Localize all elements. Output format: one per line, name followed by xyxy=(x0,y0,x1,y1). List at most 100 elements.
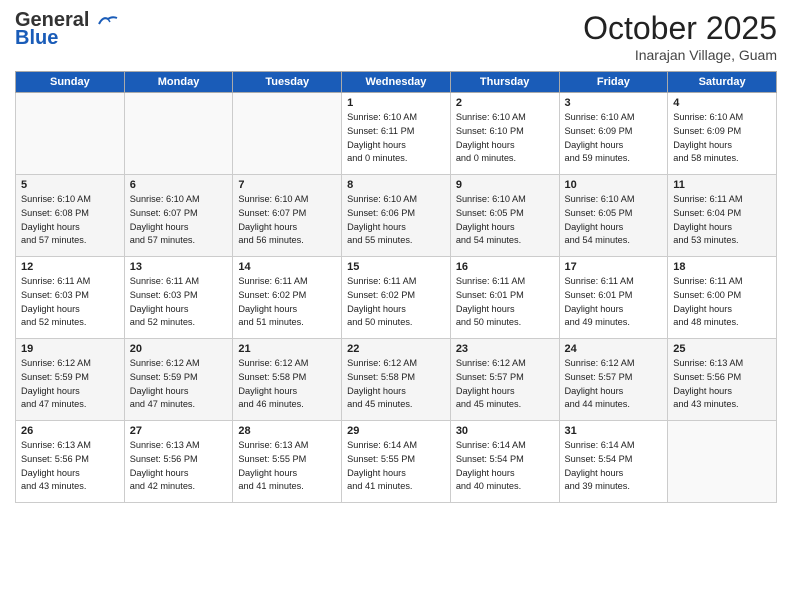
table-row: 12 Sunrise: 6:11 AMSunset: 6:03 PMDayligh… xyxy=(16,257,125,339)
day-number: 21 xyxy=(238,343,336,355)
day-number: 19 xyxy=(21,343,119,355)
table-row: 23Sunrise: 6:12 AMSunset: 5:57 PMDayligh… xyxy=(450,339,559,421)
day-number: 9 xyxy=(456,179,554,191)
day-detail: Sunrise: 6:13 AMSunset: 5:55 PMDaylight … xyxy=(238,439,336,494)
day-detail: Sunrise: 6:13 AMSunset: 5:56 PMDaylight … xyxy=(21,439,119,494)
table-row: 14Sunrise: 6:11 AMSunset: 6:02 PMDayligh… xyxy=(233,257,342,339)
day-detail: Sunrise: 6:11 AMSunset: 6:04 PMDaylight … xyxy=(673,193,771,248)
day-detail: Sunrise: 6:12 AMSunset: 5:57 PMDaylight … xyxy=(565,357,663,412)
month-title: October 2025 xyxy=(583,10,777,47)
page-header: General Blue October 2025 Inarajan Villa… xyxy=(15,10,777,63)
day-detail: Sunrise: 6:12 AMSunset: 5:58 PMDaylight … xyxy=(347,357,445,412)
logo: General Blue xyxy=(15,10,119,48)
col-thursday: Thursday xyxy=(450,72,559,93)
title-block: October 2025 Inarajan Village, Guam xyxy=(583,10,777,63)
table-row: 20 Sunrise: 6:12 AMSunset: 5:59 PMDayligh… xyxy=(124,339,233,421)
logo-blue: Blue xyxy=(15,28,58,48)
day-detail: Sunrise: 6:14 AMSunset: 5:54 PMDaylight … xyxy=(565,439,663,494)
day-number: 18 xyxy=(673,261,771,273)
day-detail: Sunrise: 6:11 AMSunset: 6:01 PMDaylight … xyxy=(456,275,554,330)
table-row: 24Sunrise: 6:12 AMSunset: 5:57 PMDayligh… xyxy=(559,339,668,421)
table-row xyxy=(668,421,777,503)
col-friday: Friday xyxy=(559,72,668,93)
table-row: 28 Sunrise: 6:13 AMSunset: 5:55 PMDayligh… xyxy=(233,421,342,503)
table-row: 2 Sunrise: 6:10 AMSunset: 6:10 PMDaylight… xyxy=(450,93,559,175)
day-number: 22 xyxy=(347,343,445,355)
day-number: 12 xyxy=(21,261,119,273)
day-number: 17 xyxy=(565,261,663,273)
day-number: 13 xyxy=(130,261,228,273)
table-row: 21 Sunrise: 6:12 AMSunset: 5:58 PMDayligh… xyxy=(233,339,342,421)
day-detail: Sunrise: 6:14 AMSunset: 5:55 PMDaylight … xyxy=(347,439,445,494)
table-row: 15 Sunrise: 6:11 AMSunset: 6:02 PMDayligh… xyxy=(342,257,451,339)
calendar-table: Sunday Monday Tuesday Wednesday Thursday… xyxy=(15,71,777,503)
day-detail: Sunrise: 6:10 AMSunset: 6:08 PMDaylight … xyxy=(21,193,119,248)
day-detail: Sunrise: 6:12 AMSunset: 5:59 PMDaylight … xyxy=(21,357,119,412)
day-detail: Sunrise: 6:11 AMSunset: 6:02 PMDaylight … xyxy=(238,275,336,330)
page-container: General Blue October 2025 Inarajan Villa… xyxy=(0,0,792,513)
col-wednesday: Wednesday xyxy=(342,72,451,93)
day-detail: Sunrise: 6:11 AMSunset: 6:03 PMDaylight … xyxy=(21,275,119,330)
day-number: 1 xyxy=(347,97,445,109)
table-row: 29 Sunrise: 6:14 AMSunset: 5:55 PMDayligh… xyxy=(342,421,451,503)
table-row: 27 Sunrise: 6:13 AMSunset: 5:56 PMDayligh… xyxy=(124,421,233,503)
day-number: 27 xyxy=(130,425,228,437)
day-detail: Sunrise: 6:11 AMSunset: 6:03 PMDaylight … xyxy=(130,275,228,330)
table-row: 3Sunrise: 6:10 AMSunset: 6:09 PMDaylight… xyxy=(559,93,668,175)
day-detail: Sunrise: 6:12 AMSunset: 5:59 PMDaylight … xyxy=(130,357,228,412)
table-row: 18Sunrise: 6:11 AMSunset: 6:00 PMDayligh… xyxy=(668,257,777,339)
table-row: 5Sunrise: 6:10 AMSunset: 6:08 PMDaylight… xyxy=(16,175,125,257)
table-row: 17 Sunrise: 6:11 AMSunset: 6:01 PMDayligh… xyxy=(559,257,668,339)
day-detail: Sunrise: 6:10 AMSunset: 6:11 PMDaylight … xyxy=(347,111,445,166)
table-row: 26 Sunrise: 6:13 AMSunset: 5:56 PMDayligh… xyxy=(16,421,125,503)
day-number: 15 xyxy=(347,261,445,273)
day-number: 7 xyxy=(238,179,336,191)
day-number: 16 xyxy=(456,261,554,273)
day-number: 4 xyxy=(673,97,771,109)
table-row xyxy=(124,93,233,175)
day-number: 11 xyxy=(673,179,771,191)
table-row: 9 Sunrise: 6:10 AMSunset: 6:05 PMDaylight… xyxy=(450,175,559,257)
day-number: 20 xyxy=(130,343,228,355)
day-detail: Sunrise: 6:10 AMSunset: 6:05 PMDaylight … xyxy=(456,193,554,248)
day-number: 26 xyxy=(21,425,119,437)
day-number: 29 xyxy=(347,425,445,437)
day-detail: Sunrise: 6:10 AMSunset: 6:10 PMDaylight … xyxy=(456,111,554,166)
table-row: 22 Sunrise: 6:12 AMSunset: 5:58 PMDayligh… xyxy=(342,339,451,421)
day-number: 30 xyxy=(456,425,554,437)
table-row: 25 Sunrise: 6:13 AMSunset: 5:56 PMDayligh… xyxy=(668,339,777,421)
day-number: 2 xyxy=(456,97,554,109)
table-row: 6Sunrise: 6:10 AMSunset: 6:07 PMDaylight… xyxy=(124,175,233,257)
table-row: 7Sunrise: 6:10 AMSunset: 6:07 PMDaylight… xyxy=(233,175,342,257)
col-sunday: Sunday xyxy=(16,72,125,93)
table-row: 10 Sunrise: 6:10 AMSunset: 6:05 PMDayligh… xyxy=(559,175,668,257)
table-row: 19 Sunrise: 6:12 AMSunset: 5:59 PMDayligh… xyxy=(16,339,125,421)
day-detail: Sunrise: 6:11 AMSunset: 6:02 PMDaylight … xyxy=(347,275,445,330)
day-detail: Sunrise: 6:10 AMSunset: 6:09 PMDaylight … xyxy=(673,111,771,166)
table-row xyxy=(16,93,125,175)
calendar-header-row: Sunday Monday Tuesday Wednesday Thursday… xyxy=(16,72,777,93)
table-row: 16 Sunrise: 6:11 AMSunset: 6:01 PMDayligh… xyxy=(450,257,559,339)
table-row: 30Sunrise: 6:14 AMSunset: 5:54 PMDayligh… xyxy=(450,421,559,503)
col-monday: Monday xyxy=(124,72,233,93)
day-number: 31 xyxy=(565,425,663,437)
day-number: 28 xyxy=(238,425,336,437)
day-detail: Sunrise: 6:13 AMSunset: 5:56 PMDaylight … xyxy=(673,357,771,412)
day-detail: Sunrise: 6:10 AMSunset: 6:06 PMDaylight … xyxy=(347,193,445,248)
table-row xyxy=(233,93,342,175)
col-tuesday: Tuesday xyxy=(233,72,342,93)
day-detail: Sunrise: 6:12 AMSunset: 5:58 PMDaylight … xyxy=(238,357,336,412)
logo-bird-icon xyxy=(97,14,119,28)
day-number: 10 xyxy=(565,179,663,191)
day-detail: Sunrise: 6:12 AMSunset: 5:57 PMDaylight … xyxy=(456,357,554,412)
day-detail: Sunrise: 6:10 AMSunset: 6:07 PMDaylight … xyxy=(130,193,228,248)
day-detail: Sunrise: 6:10 AMSunset: 6:05 PMDaylight … xyxy=(565,193,663,248)
day-number: 8 xyxy=(347,179,445,191)
day-detail: Sunrise: 6:13 AMSunset: 5:56 PMDaylight … xyxy=(130,439,228,494)
table-row: 11 Sunrise: 6:11 AMSunset: 6:04 PMDayligh… xyxy=(668,175,777,257)
day-number: 25 xyxy=(673,343,771,355)
location-subtitle: Inarajan Village, Guam xyxy=(583,47,777,63)
calendar-week-row: 5Sunrise: 6:10 AMSunset: 6:08 PMDaylight… xyxy=(16,175,777,257)
calendar-week-row: 26 Sunrise: 6:13 AMSunset: 5:56 PMDayligh… xyxy=(16,421,777,503)
day-detail: Sunrise: 6:11 AMSunset: 6:01 PMDaylight … xyxy=(565,275,663,330)
